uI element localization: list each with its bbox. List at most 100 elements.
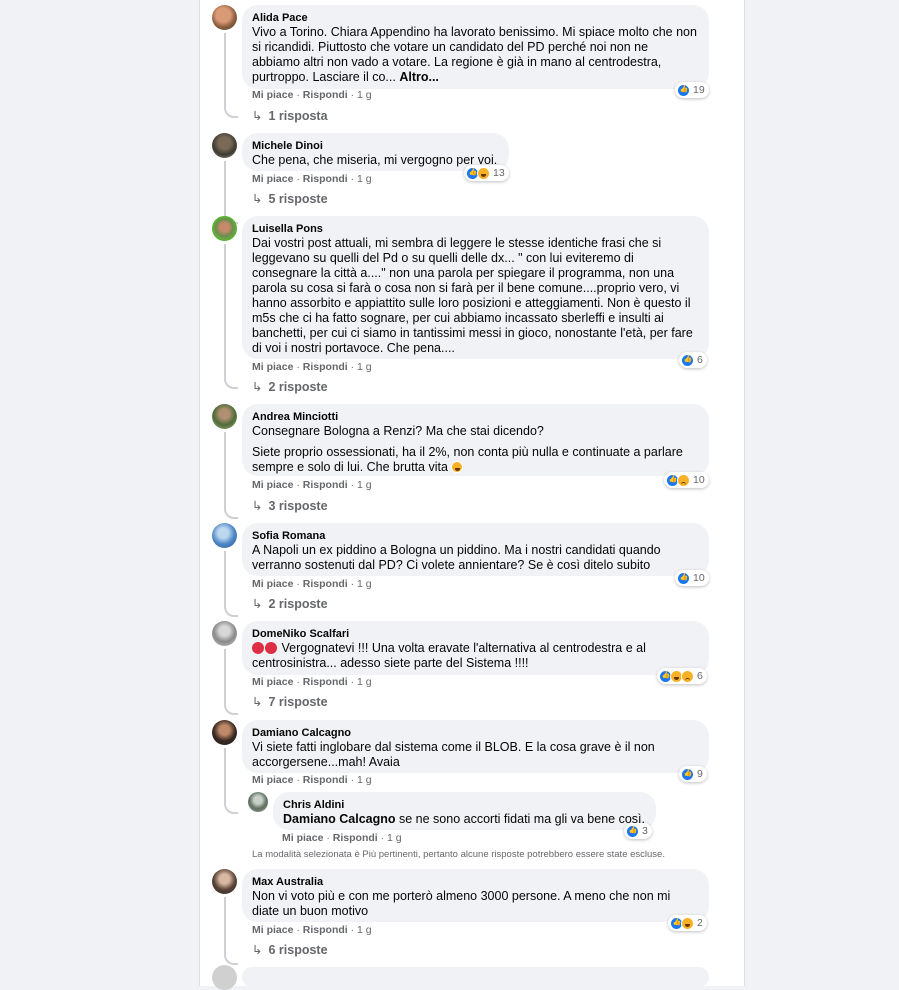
comment-author[interactable]: Sofia Romana [252, 530, 699, 543]
like-icon [681, 767, 694, 781]
avatar[interactable] [212, 5, 237, 30]
comment-meta: Mi piace · Rispondi · 1 g [252, 89, 372, 101]
view-replies-link[interactable]: ↳ 2 risposte [252, 379, 328, 394]
laughing-emoji-icon [451, 461, 464, 473]
comment-time[interactable]: 1 g [357, 676, 372, 688]
comment-author[interactable]: Chris Aldini [283, 799, 646, 812]
comment-time[interactable]: 1 g [357, 924, 372, 936]
comment-text: A Napoli un ex piddino a Bologna un pidd… [252, 543, 661, 572]
reply-button[interactable]: Rispondi [303, 173, 348, 185]
comment-time[interactable]: 1 g [357, 578, 372, 590]
avatar[interactable] [248, 792, 268, 812]
comment-bubble: Andrea Minciotti Consegnare Bologna a Re… [242, 404, 709, 476]
comment-text: Vergognatevi !!! Una volta eravate l'alt… [252, 641, 646, 670]
reply-arrow-icon: ↳ [252, 192, 263, 206]
view-replies-link[interactable]: ↳ 5 risposte [252, 191, 328, 206]
reaction-count[interactable]: 3 [624, 823, 652, 839]
comment-text: Consegnare Bologna a Renzi? Ma che stai … [252, 424, 544, 438]
reaction-count[interactable]: 6 [679, 352, 707, 368]
thread-line [224, 897, 238, 965]
reply-button[interactable]: Rispondi [333, 832, 378, 844]
reaction-count[interactable]: 2 [668, 915, 707, 931]
reaction-count[interactable]: 13 [464, 165, 509, 181]
comment-time[interactable]: 1 g [357, 361, 372, 373]
comment-time[interactable]: 1 g [357, 774, 372, 786]
filter-notice: La modalità selezionata è Più pertinenti… [252, 849, 665, 860]
comment-time[interactable]: 1 g [357, 173, 372, 185]
comment-author[interactable]: Max Australia [252, 876, 699, 889]
red-circle-icon [265, 642, 277, 654]
comment-bubble: Luisella Pons Dai vostri post attuali, m… [242, 216, 709, 359]
avatar[interactable] [212, 133, 237, 158]
comment-bubble: Alida Pace Vivo a Torino. Chiara Appendi… [242, 5, 709, 89]
comment-author[interactable]: Andrea Minciotti [252, 411, 699, 424]
comment-text: Vivo a Torino. Chiara Appendino ha lavor… [252, 25, 697, 84]
comment-time[interactable]: 1 g [387, 832, 402, 844]
view-replies-link[interactable]: ↳ 3 risposte [252, 498, 328, 513]
like-button[interactable]: Mi piace [252, 676, 293, 688]
avatar[interactable] [212, 720, 237, 745]
reply-button[interactable]: Rispondi [303, 676, 348, 688]
like-button[interactable]: Mi piace [252, 774, 293, 786]
avatar[interactable] [212, 869, 237, 894]
like-icon [681, 353, 694, 367]
view-replies-link[interactable]: ↳ 7 risposte [252, 694, 328, 709]
like-button[interactable]: Mi piace [252, 578, 293, 590]
reaction-count[interactable]: 6 [657, 668, 707, 684]
like-button[interactable]: Mi piace [252, 479, 293, 491]
reply-arrow-icon: ↳ [252, 499, 263, 513]
reply-button[interactable]: Rispondi [303, 479, 348, 491]
like-button[interactable]: Mi piace [282, 832, 323, 844]
comment-meta: Mi piace · Rispondi · 1 g [252, 774, 372, 786]
avatar[interactable] [212, 216, 237, 241]
comment-meta: Mi piace · Rispondi · 1 g [252, 676, 372, 688]
view-replies-link[interactable]: ↳ 6 risposte [252, 942, 328, 957]
comment-bubble: Damiano Calcagno Vi siete fatti inglobar… [242, 720, 709, 773]
comment-meta: Mi piace · Rispondi · 1 g [282, 832, 402, 844]
comment-author[interactable]: Alida Pace [252, 12, 699, 25]
mention-link[interactable]: Damiano Calcagno [283, 812, 396, 826]
comment-time[interactable]: 1 g [357, 89, 372, 101]
reply-arrow-icon: ↳ [252, 597, 263, 611]
reply-button[interactable]: Rispondi [303, 89, 348, 101]
avatar[interactable] [212, 621, 237, 646]
comment-meta: Mi piace · Rispondi · 1 g [252, 924, 372, 936]
haha-icon [681, 916, 694, 930]
view-replies-link[interactable]: ↳ 2 risposte [252, 596, 328, 611]
comment-author[interactable]: DomeNiko Scalfari [252, 628, 699, 641]
reaction-count[interactable]: 19 [675, 82, 709, 98]
reply-button[interactable]: Rispondi [303, 361, 348, 373]
reaction-count[interactable]: 9 [679, 766, 707, 782]
see-more-link[interactable]: Altro... [399, 70, 439, 84]
like-button[interactable]: Mi piace [252, 361, 293, 373]
comment-author[interactable]: Luisella Pons [252, 223, 699, 236]
reply-button[interactable]: Rispondi [303, 924, 348, 936]
comment-author[interactable]: Damiano Calcagno [252, 727, 699, 740]
red-circle-icon [252, 642, 264, 654]
thread-line [224, 161, 238, 224]
view-replies-link[interactable]: ↳ 1 risposta [252, 108, 328, 123]
comment-bubble: Chris Aldini Damiano Calcagno se ne sono… [273, 792, 656, 830]
thread-line [224, 551, 238, 617]
like-button[interactable]: Mi piace [252, 89, 293, 101]
comment-author[interactable]: Michele Dinoi [252, 140, 499, 153]
like-icon [626, 824, 639, 838]
like-button[interactable]: Mi piace [252, 924, 293, 936]
thread-line [224, 33, 238, 118]
comment-meta: Mi piace · Rispondi · 1 g [252, 361, 372, 373]
like-button[interactable]: Mi piace [252, 173, 293, 185]
comment-time[interactable]: 1 g [357, 479, 372, 491]
thread-line [224, 649, 238, 715]
thread-line [224, 244, 238, 389]
comment-meta: Mi piace · Rispondi · 1 g [252, 173, 372, 185]
comment-meta: Mi piace · Rispondi · 1 g [252, 578, 372, 590]
sad-icon [681, 669, 694, 683]
reaction-count[interactable]: 10 [675, 570, 709, 586]
reaction-count[interactable]: 10 [664, 472, 709, 488]
like-icon [677, 83, 690, 97]
avatar[interactable] [212, 965, 237, 990]
avatar[interactable] [212, 404, 237, 429]
reply-button[interactable]: Rispondi [303, 578, 348, 590]
reply-button[interactable]: Rispondi [303, 774, 348, 786]
avatar[interactable] [212, 523, 237, 548]
